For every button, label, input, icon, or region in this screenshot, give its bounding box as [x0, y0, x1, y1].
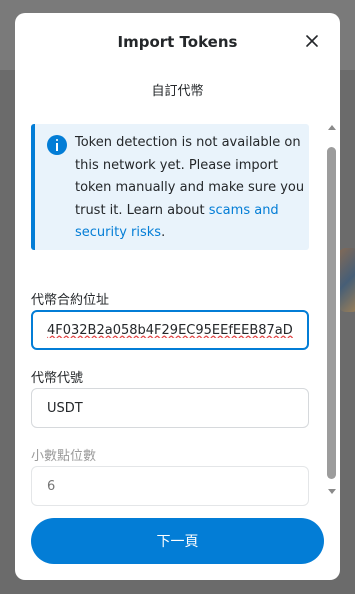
- info-banner: Token detection is not available on this…: [31, 124, 309, 250]
- close-button[interactable]: [302, 31, 322, 51]
- modal-header: Import Tokens: [15, 13, 340, 69]
- info-icon: [47, 135, 67, 155]
- next-button[interactable]: 下一頁: [31, 518, 324, 564]
- close-icon: [306, 35, 318, 47]
- form-scroll-area: Token detection is not available on this…: [15, 117, 340, 507]
- backdrop-image: [338, 248, 355, 312]
- scrollbar-thumb[interactable]: [327, 147, 336, 479]
- token-decimals-input[interactable]: [31, 466, 309, 506]
- token-address-label: 代幣合約位址: [31, 293, 110, 308]
- scroll-down-arrow-icon[interactable]: [328, 489, 336, 494]
- import-tokens-modal: Import Tokens 自訂代幣 Token detection is no…: [15, 13, 340, 580]
- modal-title: Import Tokens: [117, 33, 238, 51]
- token-address-input[interactable]: [31, 310, 309, 350]
- info-banner-suffix: .: [161, 225, 166, 240]
- form-scrollbar[interactable]: [325, 117, 337, 507]
- custom-token-tab[interactable]: 自訂代幣: [15, 80, 340, 99]
- token-symbol-input[interactable]: [31, 388, 309, 428]
- info-banner-text: Token detection is not available on this…: [75, 132, 307, 245]
- token-symbol-label: 代幣代號: [31, 371, 84, 386]
- scroll-up-arrow-icon[interactable]: [328, 125, 336, 130]
- token-decimals-label: 小數點位數: [31, 449, 97, 464]
